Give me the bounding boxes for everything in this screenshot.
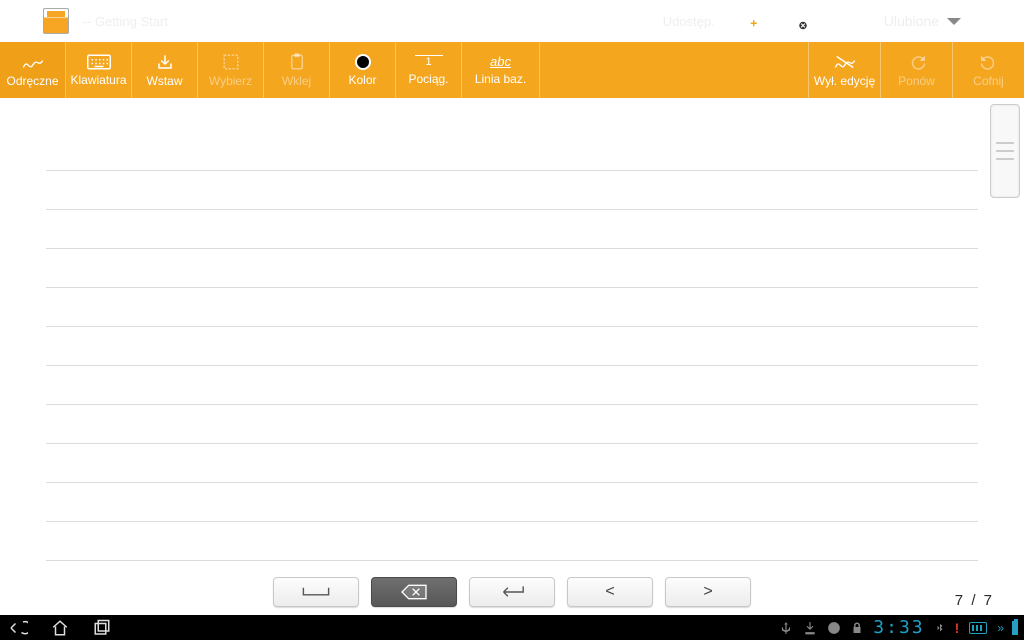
tool-undo-label: Cofnij bbox=[973, 74, 1004, 88]
backspace-icon bbox=[400, 584, 428, 600]
page-scroll-thumb[interactable] bbox=[990, 104, 1020, 198]
edit-off-icon bbox=[834, 53, 856, 71]
nav-home-icon[interactable] bbox=[50, 619, 70, 637]
share-button[interactable]: Udostęp. bbox=[625, 0, 729, 42]
baseline-icon: abc bbox=[490, 54, 511, 69]
overflow-menu-button[interactable] bbox=[975, 0, 1024, 42]
favorites-dropdown[interactable]: Ulubione bbox=[870, 13, 975, 29]
stroke-width-icon: 1 bbox=[415, 55, 443, 69]
note-canvas[interactable] bbox=[0, 98, 1024, 569]
paste-icon bbox=[288, 53, 306, 71]
tool-freehand-label: Odręczne bbox=[6, 74, 58, 88]
tool-stroke-label: Pociąg. bbox=[408, 72, 448, 86]
app-titlebar: ‹ -- Getting Start Udostęp. Ulubione bbox=[0, 0, 1024, 42]
redo-icon bbox=[907, 53, 927, 71]
download-icon bbox=[803, 621, 817, 635]
tool-paste: Wklej bbox=[264, 42, 330, 98]
ruled-lines bbox=[46, 132, 978, 569]
tool-keyboard[interactable]: Klawiatura bbox=[66, 42, 132, 98]
tool-stroke[interactable]: 1 Pociąg. bbox=[396, 42, 462, 98]
page-sep: / bbox=[971, 592, 977, 609]
system-navbar: 3:33 ! » bbox=[0, 615, 1024, 640]
nav-recent-icon[interactable] bbox=[92, 619, 112, 637]
select-icon bbox=[221, 53, 241, 71]
tool-undo: Cofnij bbox=[952, 42, 1024, 98]
alert-icon: ! bbox=[955, 620, 960, 636]
page-total: 7 bbox=[984, 592, 994, 609]
keyboard-icon bbox=[87, 54, 111, 70]
battery-icon bbox=[1012, 621, 1018, 635]
dropdown-icon bbox=[947, 18, 961, 25]
undo-icon bbox=[979, 53, 999, 71]
prev-button[interactable]: < bbox=[567, 577, 653, 607]
page-delete-button[interactable] bbox=[776, 0, 823, 42]
page-delete-icon bbox=[791, 11, 809, 31]
tool-freehand[interactable]: Odręczne bbox=[0, 42, 66, 98]
tool-color[interactable]: Kolor bbox=[330, 42, 396, 98]
document-title: -- Getting Start bbox=[83, 14, 168, 29]
tool-redo-label: Ponów bbox=[898, 74, 935, 88]
tool-toggle-edit-label: Wył. edycję bbox=[814, 74, 875, 88]
share-icon bbox=[639, 12, 657, 30]
backspace-button[interactable] bbox=[371, 577, 457, 607]
bt-icon bbox=[935, 621, 945, 635]
tool-insert[interactable]: Wstaw bbox=[132, 42, 198, 98]
menu-icon bbox=[990, 13, 1010, 29]
edit-toolbar: Odręczne Klawiatura Wstaw Wybierz Wklej … bbox=[0, 42, 1024, 98]
enter-icon bbox=[498, 585, 526, 599]
page-current: 7 bbox=[955, 592, 965, 609]
page-counter: 7 / 7 bbox=[955, 592, 994, 609]
usb-icon bbox=[779, 621, 793, 635]
more-icon: » bbox=[997, 621, 1002, 635]
back-button[interactable]: ‹ bbox=[6, 10, 29, 33]
grid-view-button[interactable] bbox=[823, 0, 870, 42]
tool-redo: Ponów bbox=[880, 42, 952, 98]
tool-paste-label: Wklej bbox=[282, 74, 311, 88]
next-button[interactable]: > bbox=[665, 577, 751, 607]
input-controls: < > 7 / 7 bbox=[0, 569, 1024, 615]
freehand-icon bbox=[22, 53, 44, 71]
tool-select: Wybierz bbox=[198, 42, 264, 98]
lock-icon bbox=[851, 621, 863, 635]
sync-icon bbox=[827, 621, 841, 635]
tool-color-label: Kolor bbox=[348, 73, 376, 87]
insert-icon bbox=[155, 53, 175, 71]
tool-baseline[interactable]: abc Linia baz. bbox=[462, 42, 540, 98]
color-swatch-icon bbox=[355, 54, 371, 70]
grid-icon bbox=[838, 12, 856, 30]
space-button[interactable] bbox=[273, 577, 359, 607]
tool-baseline-label: Linia baz. bbox=[475, 72, 526, 86]
tool-insert-label: Wstaw bbox=[147, 74, 183, 88]
enter-button[interactable] bbox=[469, 577, 555, 607]
ime-icon bbox=[969, 622, 987, 634]
nav-back-icon[interactable] bbox=[6, 619, 28, 637]
app-icon bbox=[43, 8, 69, 34]
tool-keyboard-label: Klawiatura bbox=[70, 73, 126, 87]
status-clock: 3:33 bbox=[873, 617, 924, 638]
tool-select-label: Wybierz bbox=[209, 74, 252, 88]
favorites-label: Ulubione bbox=[884, 13, 939, 29]
tool-toggle-edit[interactable]: Wył. edycję bbox=[808, 42, 880, 98]
space-icon bbox=[302, 586, 330, 598]
page-add-button[interactable] bbox=[729, 0, 776, 42]
share-label: Udostęp. bbox=[663, 14, 715, 29]
page-add-icon bbox=[744, 11, 762, 31]
